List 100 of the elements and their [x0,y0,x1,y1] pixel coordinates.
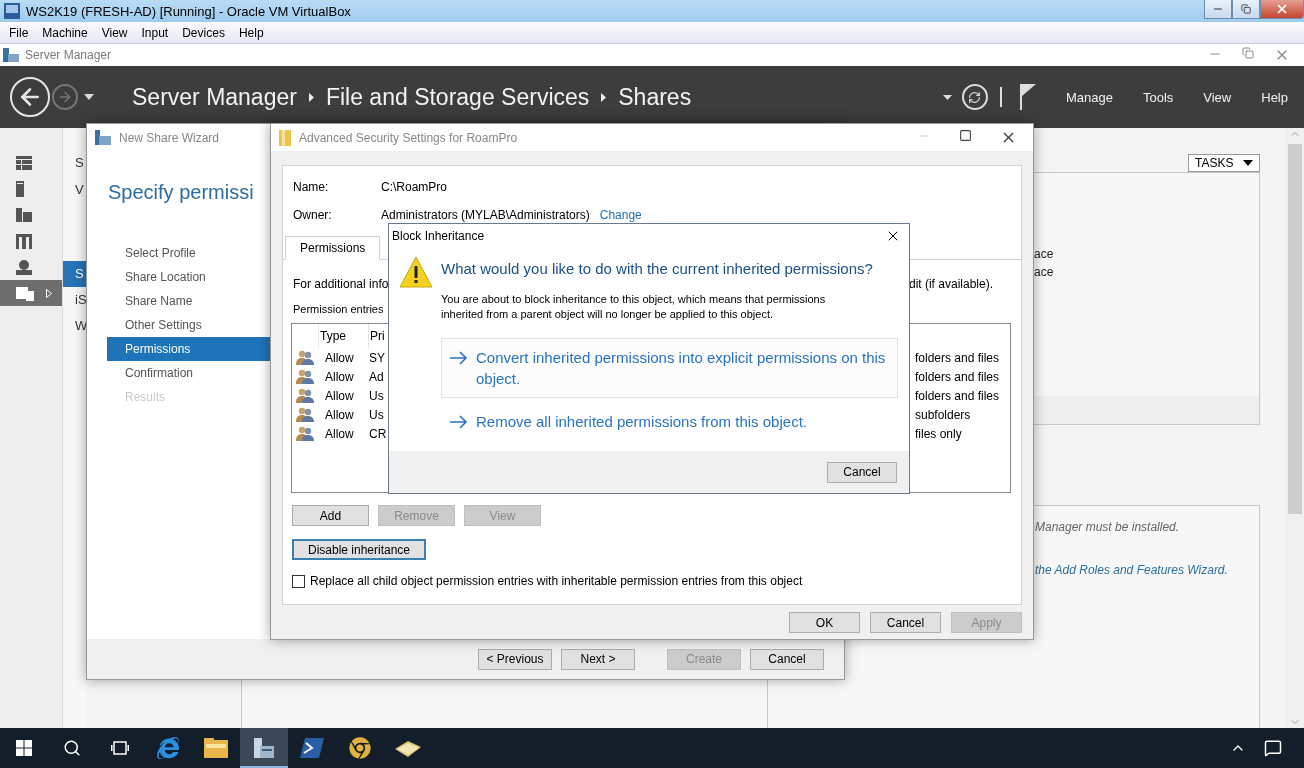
wizard-button[interactable]: Next > [561,648,635,670]
users-icon [296,350,314,365]
dialog-message: You are about to block inheritance to this object, which means that permissions inherited from a parent object will no longer be applied to this object. [441,292,827,322]
menu-item[interactable]: Tools [1142,89,1174,105]
command-link[interactable]: Convert inherited permissions into explicit permissions on this object. [441,338,898,398]
arrow-icon [450,351,468,365]
column-header[interactable]: Type [318,324,346,348]
terminal-icon [300,738,324,758]
refresh-icon [968,90,982,104]
command-link[interactable]: Remove all inherited permissions from this object. [441,402,898,441]
restore-icon [1241,4,1251,14]
wizard-step[interactable]: Share Location [107,265,271,289]
users-icon [296,426,314,441]
menu-item[interactable]: Devices [175,25,232,40]
field-label: Name: [292,180,330,194]
flag-icon[interactable] [1019,84,1036,110]
column-header[interactable]: Pri [368,324,385,348]
menu-item[interactable]: View [94,25,135,40]
breadcrumb-item[interactable]: Server Manager [132,83,297,111]
table-cell-text: Allow [324,426,354,441]
servers-icon [16,208,32,222]
wizard-icon [95,130,111,145]
section-label: Permission entries [292,303,384,315]
nav-item[interactable]: iS [63,287,87,313]
table-cell: folders and files [914,350,1000,365]
menu-item[interactable]: Help [231,25,271,40]
panel-text: ace [1034,247,1055,263]
server-icon [16,181,24,197]
dropdown-icon[interactable] [84,94,94,100]
breadcrumb-item[interactable]: File and Storage Services [325,83,590,111]
note-text: Manager must be installed. [1035,520,1181,534]
cancel-button[interactable]: Cancel [827,461,897,483]
folders-icon [16,285,34,301]
close-button[interactable] [1260,0,1304,19]
entry-button[interactable]: Add [292,505,369,526]
table-cell-text: Allow [324,407,354,422]
menu-item[interactable]: Manage [1065,89,1113,105]
table-cell: folders and files [914,388,1000,403]
tab[interactable]: Permissions [285,236,381,260]
field-label: Owner: [292,208,333,222]
caret-icon [1243,160,1253,166]
section-title: V [75,182,84,199]
browser-icon [157,737,179,759]
dialog-title: Block Inheritance [392,228,485,243]
menu-item[interactable]: Machine [35,25,95,40]
wizard-button[interactable]: < Previous [478,648,552,670]
checkbox[interactable] [292,574,305,588]
menu-item[interactable]: File [2,25,36,40]
wizard-step[interactable]: Share Name [107,289,271,313]
table-cell: Us [368,407,384,422]
wizard-link[interactable]: the Add Roles and Features Wizard. [1035,563,1259,577]
dialog-heading: What would you like to do with the current inherited permissions? [441,260,874,277]
dropdown-icon[interactable] [942,94,952,100]
scroll-thumb[interactable] [1288,144,1302,514]
menu-item[interactable]: Help [1261,89,1288,105]
dialog-button[interactable]: OK [789,612,860,633]
wizard-step[interactable]: Permissions [107,337,271,361]
wizard-step[interactable]: Select Profile [107,241,271,265]
sidebar-item[interactable] [0,280,62,306]
nav-item[interactable]: S [63,261,87,287]
refresh-button[interactable] [961,84,988,110]
warning-icon [399,256,433,288]
scrollbar[interactable] [1286,128,1304,728]
info-text: For additional info [293,277,389,291]
table-cell-text: Allow [324,369,354,384]
grid-icon [16,156,32,170]
table-cell-text: Allow [324,350,354,365]
wizard-button[interactable]: Cancel [750,648,824,670]
menu-item[interactable]: Input [134,25,176,40]
window-title: Advanced Security Settings for RoamPro [299,130,518,145]
table-cell: folders and files [914,369,1000,384]
maximize-icon[interactable] [959,129,972,142]
minimize-button[interactable] [1204,0,1232,19]
forward-button[interactable] [52,84,78,110]
close-icon [1275,2,1289,16]
table-cell: SY [368,350,385,365]
breadcrumb-item[interactable]: Shares [618,83,692,111]
taskbar-app[interactable] [240,728,288,768]
users-icon [296,407,314,422]
restore-button[interactable] [1232,0,1260,19]
field-value: Administrators (MYLAB\Administrators) [381,208,590,222]
checkbox-label: Replace all child object permission entries with inheritable permission entries from this object [310,574,803,588]
windows-logo-icon [16,740,32,756]
table-cell: files only [914,426,962,441]
back-button[interactable] [10,77,50,117]
table-cell: Us [368,388,384,403]
virtualbox-icon [4,3,20,19]
menu-item[interactable]: View [1203,89,1232,105]
tasks-button[interactable]: TASKS [1188,154,1260,172]
wizard-step[interactable]: Confirmation [107,361,271,385]
change-link[interactable]: Change [599,208,642,222]
disable-inheritance-button[interactable]: Disable inheritance [292,539,426,560]
users-icon [296,369,314,384]
table-cell-text: Allow [324,388,354,403]
notifications-icon[interactable] [1264,739,1282,757]
folder-icon [204,738,228,758]
dialog-button[interactable]: Cancel [870,612,941,633]
wizard-step[interactable]: Other Settings [107,313,271,337]
separator-icon [601,92,607,102]
server-manager-icon [3,48,19,62]
